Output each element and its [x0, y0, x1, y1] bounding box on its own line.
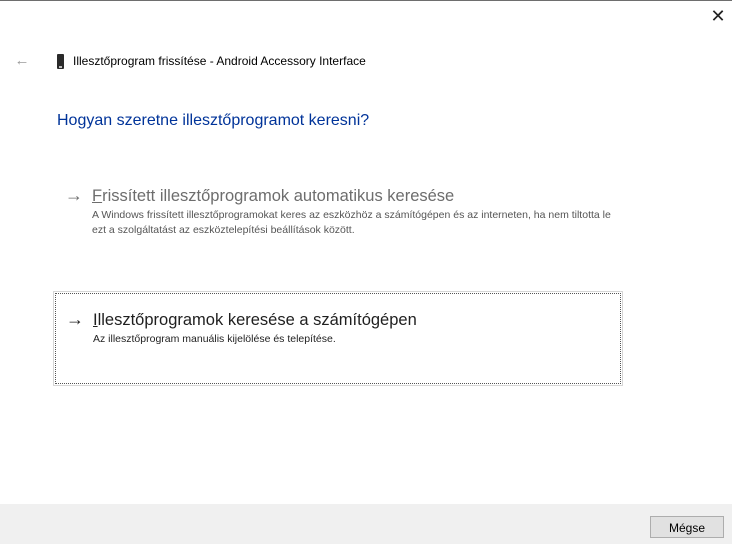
update-driver-dialog: ✕ ← Illesztőprogram frissítése - Android… [0, 0, 732, 544]
right-arrow-icon: → [65, 185, 83, 205]
dialog-title-row: Illesztőprogram frissítése - Android Acc… [57, 52, 366, 70]
close-icon[interactable]: ✕ [704, 1, 732, 31]
option-browse-computer-label: Illesztőprogramok keresése a számítógépe… [93, 309, 417, 331]
option-browse-computer[interactable]: → Illesztőprogramok keresése a számítógé… [53, 291, 623, 386]
back-arrow-icon[interactable]: ← [10, 50, 34, 72]
option-auto-search[interactable]: → Frissített illesztőprogramok automatik… [55, 177, 621, 269]
access-key: F [92, 187, 103, 205]
phone-device-icon [57, 53, 64, 69]
option-label-text: llesztőprogramok keresése a számítógépen [97, 311, 417, 329]
right-arrow-icon: → [66, 309, 84, 329]
option-auto-search-label: Frissített illesztőprogramok automatikus… [92, 185, 454, 207]
dialog-title: Illesztőprogram frissítése - Android Acc… [73, 54, 366, 68]
option-auto-search-description: A Windows frissített illesztőprogramokat… [92, 209, 611, 236]
window-border [0, 0, 732, 1]
dialog-footer: Mégse [0, 504, 732, 544]
page-heading: Hogyan szeretne illesztőprogramot keresn… [57, 112, 370, 129]
cancel-button[interactable]: Mégse [650, 516, 724, 538]
option-browse-computer-description: Az illesztőprogram manuális kijelölése é… [93, 333, 336, 345]
option-label-text: rissített illesztőprogramok automatikus … [102, 187, 455, 205]
